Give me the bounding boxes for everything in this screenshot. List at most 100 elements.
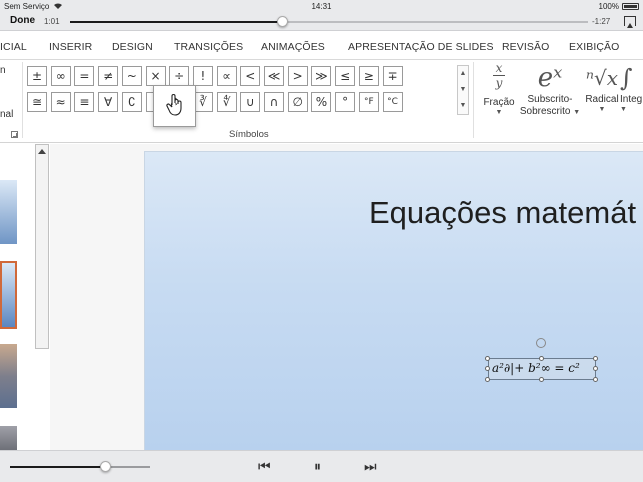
superscript-icon: eˣ — [537, 63, 563, 93]
symbol-button[interactable]: ∅ — [287, 92, 308, 112]
tab-design[interactable]: DESIGN — [112, 41, 153, 53]
script-label-2-text: Sobrescrito — [519, 106, 571, 117]
tab-inicio[interactable]: ICIAL — [0, 41, 27, 53]
symbol-button[interactable]: ! — [192, 66, 213, 86]
slide-thumbnail[interactable] — [0, 180, 17, 244]
symbol-button[interactable]: > — [287, 66, 308, 86]
resize-handle[interactable] — [485, 377, 490, 382]
tab-revisao[interactable]: REVISÃO — [502, 41, 549, 53]
fraction-icon: x y — [478, 62, 520, 89]
symbol-button[interactable]: ∁ — [121, 92, 142, 112]
resize-handle[interactable] — [485, 366, 490, 371]
symbol-button[interactable]: ≠ — [98, 66, 119, 86]
pause-icon[interactable]: ⏸ — [314, 459, 321, 475]
gallery-down-icon[interactable]: ▼ — [458, 82, 468, 98]
resize-handle[interactable] — [539, 356, 544, 361]
rotate-handle-icon[interactable] — [536, 338, 546, 348]
symbol-button[interactable]: ∪ — [240, 92, 261, 112]
radical-label: Radical — [585, 94, 619, 105]
gallery-expand-icon[interactable]: ▼ — [458, 98, 468, 114]
script-label-1: Subscrito- — [527, 94, 573, 105]
symbol-gallery: ±∞=≠~×÷!∝<≪>≫≤≥∓≅≈≡∀∁√∛∜∪∩∅%°°F°C — [27, 65, 457, 115]
symbol-button[interactable]: ≈ — [50, 92, 71, 112]
tab-animacoes[interactable]: ANIMAÇÕES — [261, 41, 325, 53]
chevron-down-icon: ▼ — [573, 109, 581, 116]
volume-thumb[interactable] — [100, 461, 112, 472]
chevron-down-icon: ▼ — [495, 109, 503, 116]
equation-text[interactable]: a²∂|+ b²∞ = c² — [492, 361, 580, 375]
integral-button[interactable]: ∫ Integ ▼ — [620, 62, 643, 113]
scrubber-thumb[interactable] — [277, 16, 289, 27]
tab-apresentacao[interactable]: APRESENTAÇÃO DE SLIDES — [348, 41, 494, 53]
symbol-button[interactable]: ≪ — [264, 66, 284, 86]
thumbnail-scrollbar[interactable] — [35, 144, 49, 349]
ribbon-left-fragment: n — [0, 65, 6, 76]
group-label-simbolos: Símbolos — [229, 129, 269, 140]
slide-title[interactable]: Equações matemát — [369, 195, 636, 231]
slide-thumbnail-selected[interactable] — [0, 261, 17, 329]
symbol-button[interactable]: ± — [27, 66, 47, 86]
radical-button[interactable]: ⁿ√x Radical ▼ — [582, 62, 622, 113]
symbol-button[interactable]: ∜ — [216, 92, 237, 112]
symbol-button[interactable]: ÷ — [169, 66, 190, 86]
volume-fill — [10, 466, 106, 468]
script-label-2: Sobrescrito ▼ — [518, 106, 582, 119]
symbol-button[interactable]: ≅ — [27, 92, 47, 112]
status-bar: Sem Serviço 14:31 100% — [0, 0, 643, 13]
symbol-button[interactable]: ~ — [121, 66, 142, 86]
elapsed-time: 1:01 — [44, 17, 60, 26]
tab-transicoes[interactable]: TRANSIÇÕES — [174, 41, 243, 53]
symbol-button[interactable]: ° — [335, 92, 356, 112]
symbol-button[interactable]: ∀ — [98, 92, 119, 112]
gallery-up-icon[interactable]: ▲ — [458, 66, 468, 82]
symbol-button[interactable]: °F — [358, 92, 379, 112]
battery-icon — [622, 3, 639, 10]
symbol-button[interactable]: = — [74, 66, 95, 86]
symbol-button[interactable]: ≫ — [311, 66, 332, 86]
chevron-down-icon: ▼ — [620, 106, 627, 113]
symbol-button[interactable]: ≤ — [335, 66, 356, 86]
symbol-button[interactable]: ∞ — [50, 66, 71, 86]
airplay-icon[interactable] — [624, 16, 636, 28]
fraction-label: Fração — [483, 97, 515, 108]
resize-handle[interactable] — [485, 356, 490, 361]
slide-thumbnail[interactable] — [0, 344, 17, 408]
integral-label: Integ — [620, 94, 643, 105]
video-top-bar: Done 1:01 -1:27 — [0, 13, 643, 31]
gallery-scroll[interactable]: ▲ ▼ ▼ — [457, 65, 469, 115]
battery-percent: 100% — [598, 2, 619, 11]
symbol-button[interactable]: % — [311, 92, 332, 112]
symbol-button[interactable]: ∝ — [216, 66, 237, 86]
fraction-denominator: y — [495, 76, 503, 90]
radical-icon: ⁿ√x — [585, 66, 619, 90]
symbol-button[interactable]: ∩ — [264, 92, 284, 112]
done-button[interactable]: Done — [10, 15, 35, 26]
symbol-button[interactable]: × — [145, 66, 166, 86]
scrubber-track[interactable] — [70, 21, 588, 23]
symbol-button[interactable]: ≡ — [74, 92, 95, 112]
scrubber-fill — [70, 21, 283, 23]
group-divider — [22, 62, 23, 138]
symbol-button[interactable]: °C — [382, 92, 403, 112]
script-button[interactable]: eˣ Subscrito- Sobrescrito ▼ — [518, 62, 582, 119]
group-divider — [473, 62, 474, 138]
slide-thumbnail[interactable] — [0, 426, 17, 450]
integral-icon: ∫ — [620, 64, 633, 92]
fraction-button[interactable]: x y Fração ▼ — [478, 62, 520, 116]
hand-cursor-icon — [166, 94, 182, 116]
symbol-button[interactable]: ∓ — [382, 66, 403, 86]
rewind-icon[interactable]: ⏮ — [258, 459, 271, 475]
tab-inserir[interactable]: INSERIR — [49, 41, 92, 53]
fraction-numerator: x — [495, 61, 503, 75]
symbol-button[interactable]: < — [240, 66, 261, 86]
scroll-up-icon[interactable] — [38, 149, 46, 154]
resize-handle[interactable] — [593, 356, 598, 361]
clock: 14:31 — [311, 2, 332, 11]
resize-handle[interactable] — [539, 377, 544, 382]
fast-forward-icon[interactable]: ⏭ — [364, 459, 377, 475]
symbol-button[interactable]: ≥ — [358, 66, 379, 86]
tab-exibicao[interactable]: EXIBIÇÃO — [569, 41, 619, 53]
resize-handle[interactable] — [593, 366, 598, 371]
dialog-launcher-icon[interactable] — [11, 131, 18, 138]
resize-handle[interactable] — [593, 377, 598, 382]
